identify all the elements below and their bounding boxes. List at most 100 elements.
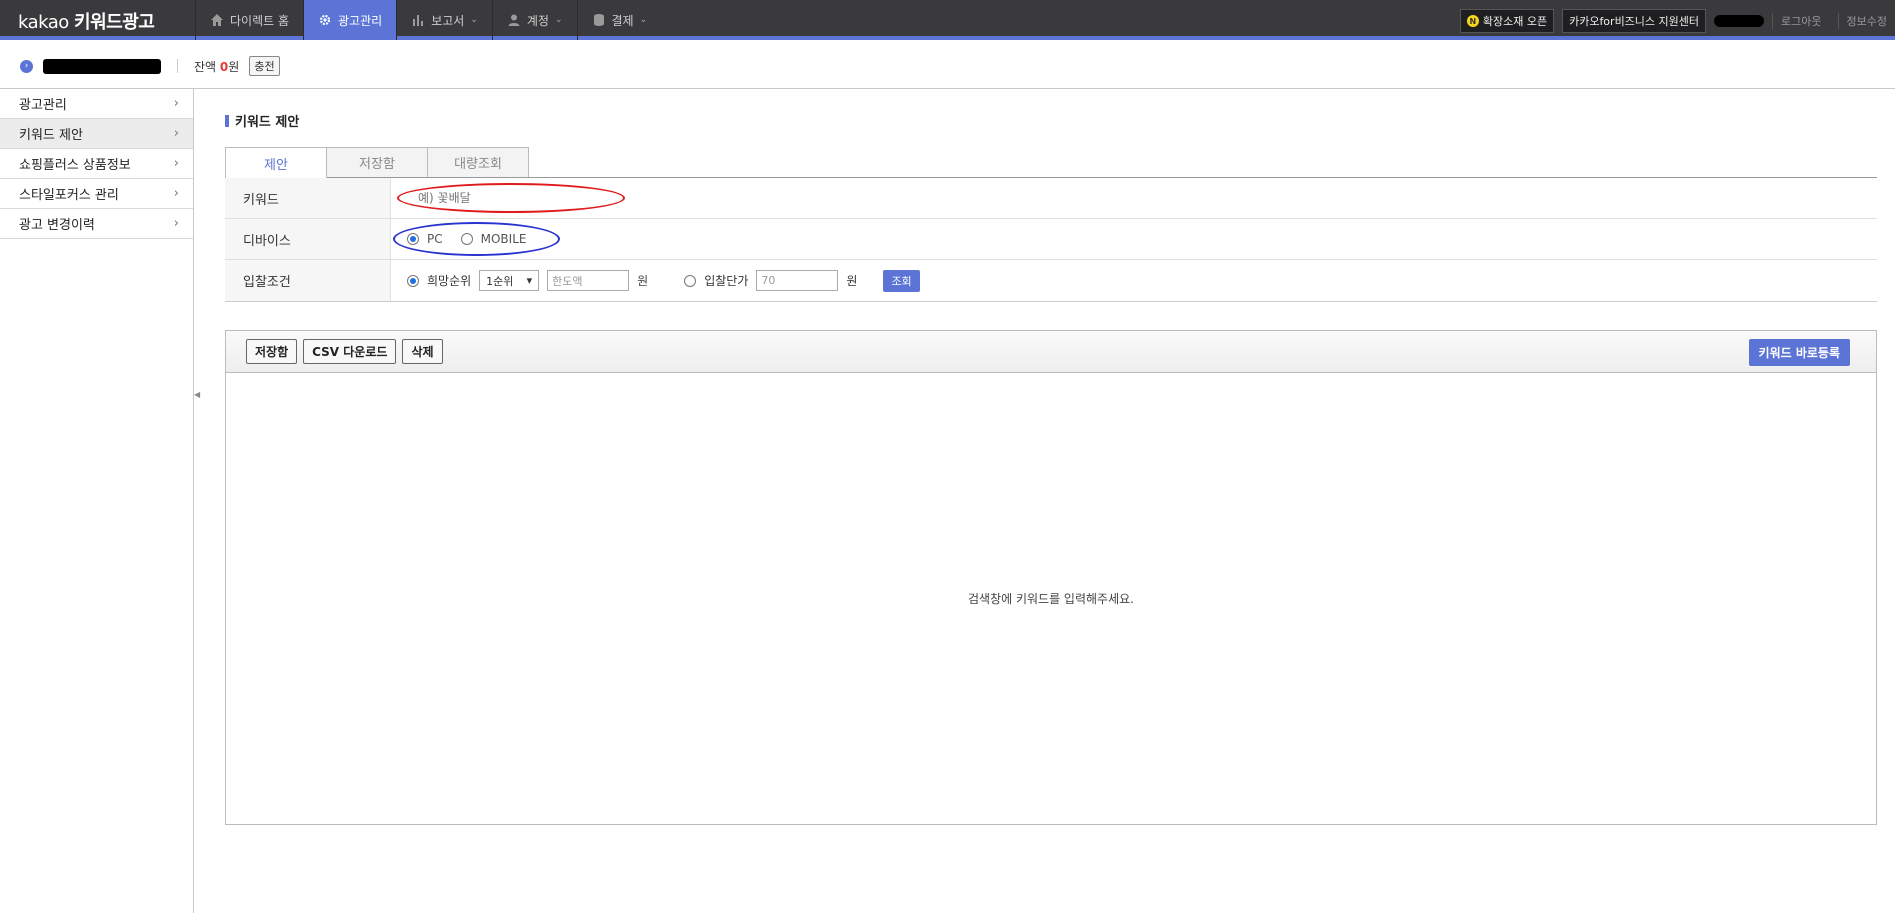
device-pc-label: PC — [427, 232, 443, 246]
chevron-right-icon: › — [173, 156, 179, 171]
keyword-input[interactable] — [413, 187, 631, 209]
bid-label: 입찰조건 — [225, 260, 391, 301]
support-center-link[interactable]: 카카오for비즈니스 지원센터 — [1562, 9, 1707, 33]
sidebar-item-label: 쇼핑플러스 상품정보 — [19, 158, 131, 173]
sidebar-item-label: 광고 변경이력 — [19, 218, 95, 233]
device-row: 디바이스 PC MOBILE — [225, 219, 1877, 260]
nav-account[interactable]: 계정 ⌄ — [491, 0, 577, 40]
page-title-text: 키워드 제안 — [235, 115, 300, 130]
title-marker — [225, 114, 229, 127]
bid-rank-value: 1순위 — [486, 274, 514, 288]
bid-price-input[interactable]: 70 — [756, 270, 839, 291]
chevron-right-icon: › — [173, 96, 179, 111]
nav-direct-home[interactable]: 다이렉트 홈 — [195, 0, 303, 40]
empty-state-message: 검색창에 키워드를 입력해주세요. — [967, 592, 1134, 606]
nav-ad-management-label: 광고관리 — [338, 13, 383, 28]
sidebar-item-ad-management[interactable]: 광고관리 › — [0, 89, 193, 119]
nav-payment-label: 결제 — [611, 13, 634, 28]
sidebar-item-change-history[interactable]: 광고 변경이력 › — [0, 209, 193, 239]
sidebar-collapse-handle[interactable]: ◀ — [194, 390, 200, 404]
redacted-username — [1714, 15, 1765, 27]
tab-saved[interactable]: 저장함 — [326, 147, 428, 177]
device-pc-radio[interactable] — [407, 233, 419, 245]
device-mobile-label: MOBILE — [480, 232, 527, 246]
bid-row: 입찰조건 희망순위 1순위 ▾ 한도액 원 입찰단가 70 원 조회 — [225, 260, 1877, 301]
edit-profile-link[interactable]: 정보수정 — [1837, 13, 1895, 29]
keyword-quick-register-button[interactable]: 키워드 바로등록 — [1748, 339, 1850, 366]
sidebar-item-keyword-suggestion[interactable]: 키워드 제안 › — [0, 119, 193, 149]
device-cell: PC MOBILE — [391, 219, 1877, 259]
page-title: 키워드 제안 — [225, 111, 1877, 130]
sidebar-item-label: 스타일포커스 관리 — [19, 188, 119, 203]
search-form: 키워드 디바이스 PC MOBILE 입찰조건 희망순위 1순위 — [225, 177, 1877, 302]
home-icon — [211, 14, 223, 26]
top-right-links: N 확장소재 오픈 카카오for비즈니스 지원센터 로그아웃 정보수정 — [1459, 9, 1895, 33]
nav-direct-home-label: 다이렉트 홈 — [230, 13, 290, 28]
device-mobile-radio[interactable] — [460, 233, 473, 245]
charge-button[interactable]: 충전 — [249, 56, 280, 76]
extension-material-promo[interactable]: N 확장소재 오픈 — [1459, 9, 1555, 33]
bar-chart-icon — [413, 15, 424, 26]
save-to-storage-button[interactable]: 저장함 — [246, 339, 298, 364]
query-button[interactable]: 조회 — [883, 269, 920, 292]
keyword-row: 키워드 — [225, 178, 1877, 219]
chevron-right-icon: › — [173, 126, 179, 141]
user-icon — [508, 14, 520, 26]
bid-rank-select[interactable]: 1순위 ▾ — [479, 270, 540, 291]
main-content: 키워드 제안 제안 저장함 대량조회 키워드 디바이스 PC MOBILE 입찰… — [225, 89, 1877, 825]
database-icon — [593, 14, 604, 26]
chevron-down-icon: ⌄ — [470, 15, 478, 25]
sidebar: 광고관리 › 키워드 제안 › 쇼핑플러스 상품정보 › 스타일포커스 관리 ›… — [0, 89, 194, 913]
account-bar: › 잔액 0원 충전 — [0, 44, 1895, 89]
account-switch-icon[interactable]: › — [20, 59, 33, 73]
nav-report-label: 보고서 — [431, 13, 465, 28]
top-navigation-bar: kakao 키워드광고 다이렉트 홈 광고관리 보고서 ⌄ 계정 ⌄ 결제 ⌄ — [0, 0, 1895, 40]
nav-ad-management[interactable]: 광고관리 — [303, 0, 397, 40]
balance: 잔액 0원 — [194, 58, 239, 75]
logo-kakao-text: kakao — [18, 12, 69, 33]
chevron-down-icon: ⌄ — [554, 15, 563, 25]
csv-download-button[interactable]: CSV 다운로드 — [303, 339, 397, 364]
logout-link[interactable]: 로그아웃 — [1772, 13, 1829, 29]
divider — [177, 59, 178, 73]
chevron-right-icon: › — [173, 216, 179, 231]
nav-payment[interactable]: 결제 ⌄ — [576, 0, 662, 40]
sidebar-item-shopping-plus[interactable]: 쇼핑플러스 상품정보 › — [0, 149, 193, 179]
tab-bar: 제안 저장함 대량조회 — [225, 147, 1877, 178]
results-body: 검색창에 키워드를 입력해주세요. — [226, 373, 1876, 824]
caret-down-icon: ▾ — [526, 274, 533, 287]
logo-service-text: 키워드광고 — [74, 12, 155, 33]
nav-account-label: 계정 — [526, 13, 549, 28]
sidebar-item-label: 키워드 제안 — [19, 128, 83, 143]
delete-button[interactable]: 삭제 — [402, 339, 443, 364]
bid-rank-radio[interactable] — [407, 274, 419, 287]
new-badge-icon: N — [1466, 15, 1479, 27]
kakao-keyword-ad-logo[interactable]: kakao 키워드광고 — [18, 8, 155, 34]
balance-label: 잔액 — [194, 59, 217, 74]
bid-price-radio[interactable] — [684, 274, 697, 287]
bid-cell: 희망순위 1순위 ▾ 한도액 원 입찰단가 70 원 조회 — [391, 260, 1877, 301]
sidebar-item-style-focus[interactable]: 스타일포커스 관리 › — [0, 179, 193, 209]
sidebar-item-label: 광고관리 — [19, 98, 67, 113]
support-center-label: 카카오for비즈니스 지원센터 — [1569, 15, 1700, 28]
tab-bulk-lookup[interactable]: 대량조회 — [427, 147, 529, 177]
chevron-right-icon: › — [173, 186, 179, 201]
bid-price-label: 입찰단가 — [704, 274, 749, 288]
results-panel: 저장함 CSV 다운로드 삭제 키워드 바로등록 검색창에 키워드를 입력해주세… — [225, 330, 1877, 825]
gear-icon — [319, 14, 331, 26]
promo-label: 확장소재 오픈 — [1482, 15, 1548, 28]
main-nav: 다이렉트 홈 광고관리 보고서 ⌄ 계정 ⌄ 결제 ⌄ — [195, 0, 661, 40]
bid-price-unit: 원 — [846, 274, 858, 288]
bid-rank-label: 희망순위 — [427, 274, 472, 288]
redacted-account-name — [43, 58, 161, 74]
keyword-label: 키워드 — [225, 178, 391, 218]
chevron-down-icon: ⌄ — [639, 15, 648, 25]
device-label: 디바이스 — [225, 219, 391, 259]
bid-limit-input[interactable]: 한도액 — [547, 270, 630, 291]
results-toolbar: 저장함 CSV 다운로드 삭제 키워드 바로등록 — [226, 331, 1876, 373]
nav-report[interactable]: 보고서 ⌄ — [396, 0, 492, 40]
balance-unit: 원 — [228, 59, 240, 74]
tab-suggestion[interactable]: 제안 — [225, 147, 327, 178]
keyword-cell — [391, 178, 1877, 218]
bid-limit-unit: 원 — [637, 274, 649, 288]
